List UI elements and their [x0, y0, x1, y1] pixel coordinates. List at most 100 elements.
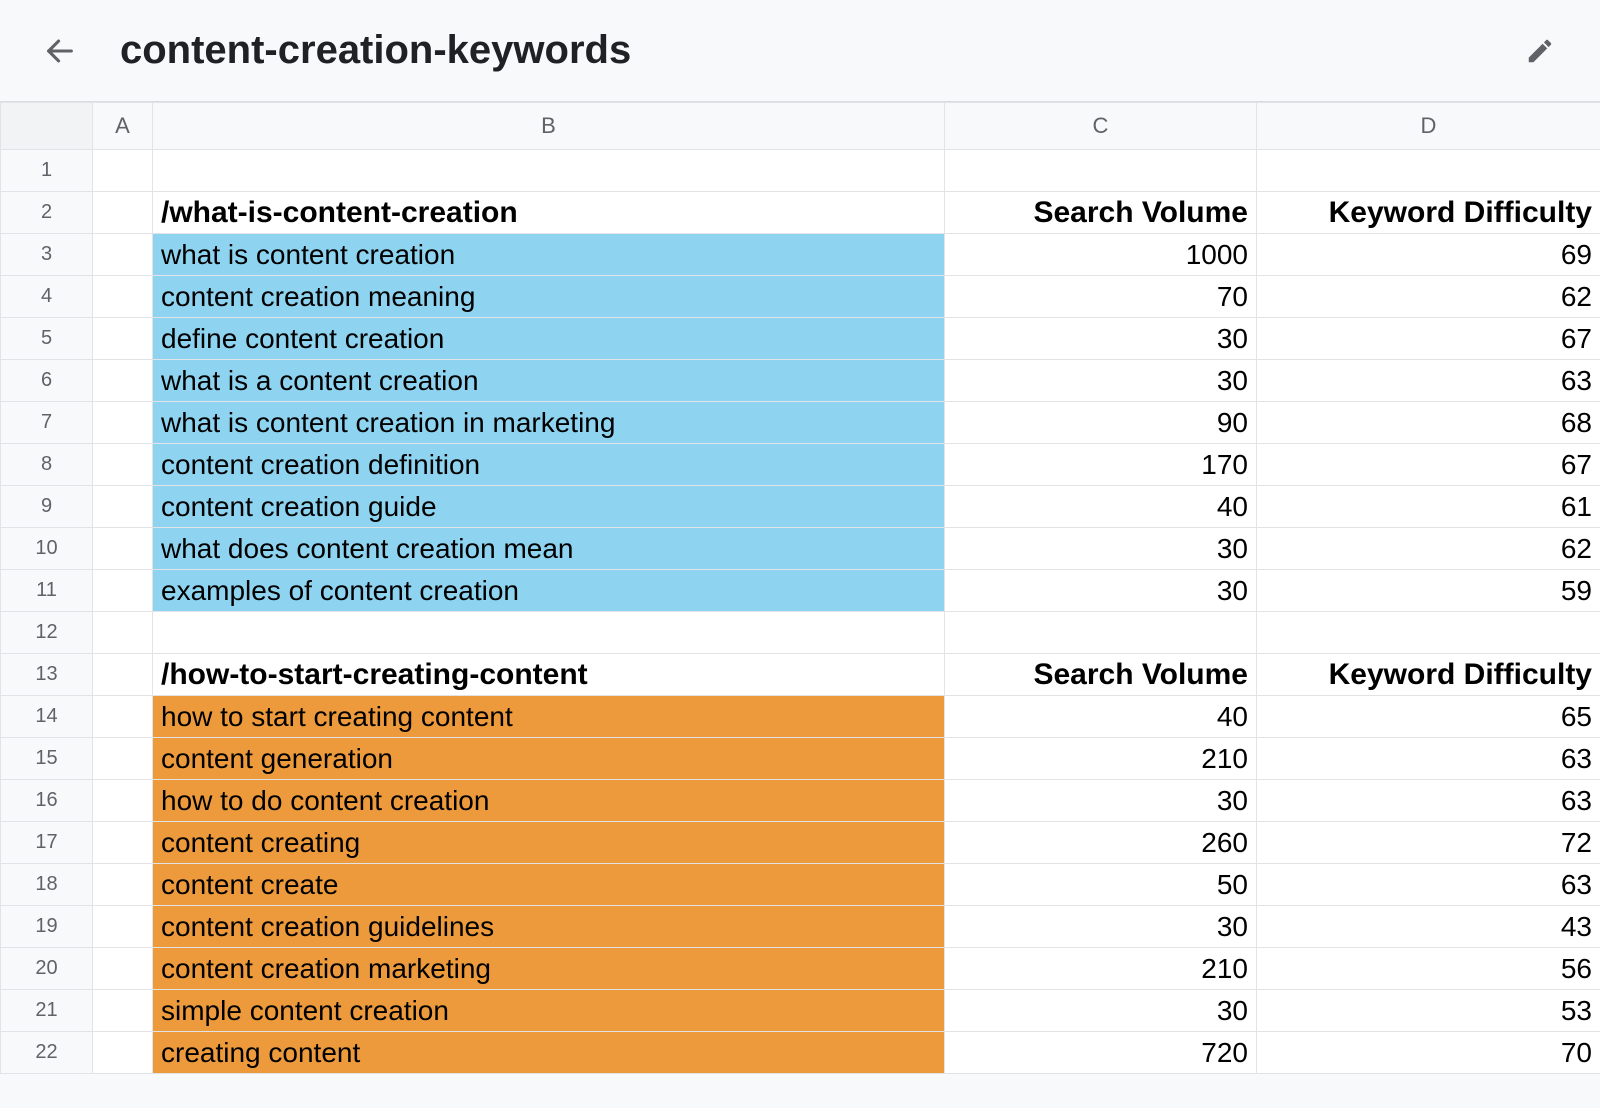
cell-a[interactable]	[93, 570, 153, 612]
col-header-keyword-difficulty[interactable]: Keyword Difficulty	[1257, 192, 1600, 234]
cell-a[interactable]	[93, 612, 153, 654]
search-volume-cell[interactable]: 210	[945, 948, 1257, 990]
keyword-difficulty-cell[interactable]: 63	[1257, 780, 1600, 822]
row-number[interactable]: 17	[1, 822, 93, 864]
keyword-difficulty-cell[interactable]: 53	[1257, 990, 1600, 1032]
keyword-difficulty-cell[interactable]: 62	[1257, 276, 1600, 318]
row-number[interactable]: 2	[1, 192, 93, 234]
keyword-cell[interactable]: what is a content creation	[153, 360, 945, 402]
search-volume-cell[interactable]: 210	[945, 738, 1257, 780]
cell-a[interactable]	[93, 360, 153, 402]
cell-a[interactable]	[93, 318, 153, 360]
row-number[interactable]: 4	[1, 276, 93, 318]
keyword-cell[interactable]: content generation	[153, 738, 945, 780]
search-volume-cell[interactable]: 90	[945, 402, 1257, 444]
cell-a[interactable]	[93, 654, 153, 696]
row-number[interactable]: 8	[1, 444, 93, 486]
keyword-cell[interactable]: content creation guidelines	[153, 906, 945, 948]
row-number[interactable]: 16	[1, 780, 93, 822]
edit-pencil-icon[interactable]	[1520, 31, 1560, 71]
row-number[interactable]: 20	[1, 948, 93, 990]
keyword-difficulty-cell[interactable]: 63	[1257, 360, 1600, 402]
search-volume-cell[interactable]: 40	[945, 696, 1257, 738]
keyword-difficulty-cell[interactable]: 56	[1257, 948, 1600, 990]
cell-b[interactable]	[153, 612, 945, 654]
back-arrow-icon[interactable]	[40, 31, 80, 71]
cell-a[interactable]	[93, 864, 153, 906]
keyword-cell[interactable]: how to do content creation	[153, 780, 945, 822]
select-all-corner[interactable]	[1, 103, 93, 150]
cell-a[interactable]	[93, 822, 153, 864]
row-number[interactable]: 19	[1, 906, 93, 948]
keyword-difficulty-cell[interactable]: 69	[1257, 234, 1600, 276]
cell-a[interactable]	[93, 738, 153, 780]
col-header-keyword-difficulty[interactable]: Keyword Difficulty	[1257, 654, 1600, 696]
row-number[interactable]: 7	[1, 402, 93, 444]
keyword-difficulty-cell[interactable]: 70	[1257, 1032, 1600, 1074]
search-volume-cell[interactable]: 30	[945, 780, 1257, 822]
col-header-a[interactable]: A	[93, 103, 153, 150]
row-number[interactable]: 1	[1, 150, 93, 192]
keyword-cell[interactable]: creating content	[153, 1032, 945, 1074]
keyword-cell[interactable]: what is content creation	[153, 234, 945, 276]
keyword-difficulty-cell[interactable]: 65	[1257, 696, 1600, 738]
search-volume-cell[interactable]: 30	[945, 990, 1257, 1032]
search-volume-cell[interactable]: 30	[945, 906, 1257, 948]
keyword-cell[interactable]: content creation definition	[153, 444, 945, 486]
keyword-cell[interactable]: content creation meaning	[153, 276, 945, 318]
keyword-difficulty-cell[interactable]: 43	[1257, 906, 1600, 948]
keyword-cell[interactable]: content creating	[153, 822, 945, 864]
row-number[interactable]: 14	[1, 696, 93, 738]
row-number[interactable]: 12	[1, 612, 93, 654]
cell-a[interactable]	[93, 192, 153, 234]
row-number[interactable]: 18	[1, 864, 93, 906]
cell-a[interactable]	[93, 1032, 153, 1074]
keyword-cell[interactable]: how to start creating content	[153, 696, 945, 738]
cell-a[interactable]	[93, 444, 153, 486]
keyword-cell[interactable]: what does content creation mean	[153, 528, 945, 570]
search-volume-cell[interactable]: 30	[945, 318, 1257, 360]
cell-d[interactable]	[1257, 612, 1600, 654]
keyword-difficulty-cell[interactable]: 72	[1257, 822, 1600, 864]
cell-a[interactable]	[93, 990, 153, 1032]
search-volume-cell[interactable]: 1000	[945, 234, 1257, 276]
cell-a[interactable]	[93, 234, 153, 276]
cell-a[interactable]	[93, 780, 153, 822]
search-volume-cell[interactable]: 170	[945, 444, 1257, 486]
cell-a[interactable]	[93, 948, 153, 990]
keyword-cell[interactable]: content creation marketing	[153, 948, 945, 990]
search-volume-cell[interactable]: 30	[945, 570, 1257, 612]
search-volume-cell[interactable]: 260	[945, 822, 1257, 864]
cell-b[interactable]	[153, 150, 945, 192]
search-volume-cell[interactable]: 70	[945, 276, 1257, 318]
keyword-cell[interactable]: content creation guide	[153, 486, 945, 528]
col-header-b[interactable]: B	[153, 103, 945, 150]
keyword-cell[interactable]: what is content creation in marketing	[153, 402, 945, 444]
cell-a[interactable]	[93, 906, 153, 948]
col-header-c[interactable]: C	[945, 103, 1257, 150]
search-volume-cell[interactable]: 30	[945, 360, 1257, 402]
col-header-search-volume[interactable]: Search Volume	[945, 192, 1257, 234]
keyword-difficulty-cell[interactable]: 63	[1257, 864, 1600, 906]
search-volume-cell[interactable]: 30	[945, 528, 1257, 570]
row-number[interactable]: 5	[1, 318, 93, 360]
row-number[interactable]: 22	[1, 1032, 93, 1074]
cell-c[interactable]	[945, 612, 1257, 654]
row-number[interactable]: 15	[1, 738, 93, 780]
cell-a[interactable]	[93, 486, 153, 528]
keyword-cell[interactable]: define content creation	[153, 318, 945, 360]
row-number[interactable]: 6	[1, 360, 93, 402]
keyword-difficulty-cell[interactable]: 68	[1257, 402, 1600, 444]
keyword-difficulty-cell[interactable]: 63	[1257, 738, 1600, 780]
row-number[interactable]: 11	[1, 570, 93, 612]
keyword-difficulty-cell[interactable]: 67	[1257, 318, 1600, 360]
section-slug[interactable]: /what-is-content-creation	[153, 192, 945, 234]
col-header-d[interactable]: D	[1257, 103, 1600, 150]
search-volume-cell[interactable]: 40	[945, 486, 1257, 528]
search-volume-cell[interactable]: 720	[945, 1032, 1257, 1074]
keyword-difficulty-cell[interactable]: 62	[1257, 528, 1600, 570]
cell-a[interactable]	[93, 696, 153, 738]
search-volume-cell[interactable]: 50	[945, 864, 1257, 906]
row-number[interactable]: 10	[1, 528, 93, 570]
row-number[interactable]: 13	[1, 654, 93, 696]
